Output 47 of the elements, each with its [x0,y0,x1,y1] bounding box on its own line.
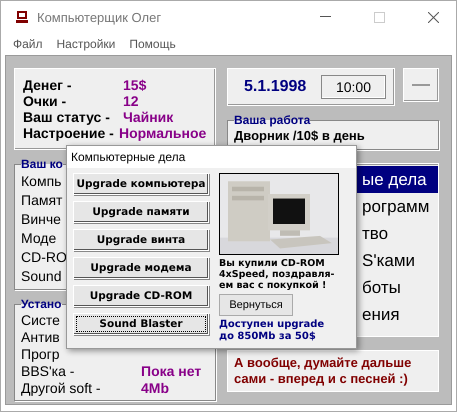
stat-value: 15$ [123,77,146,93]
time-display: 10:00 [320,75,386,99]
upgrade-button[interactable]: Upgrade компьютера [73,173,209,195]
component-label: Sound [21,268,62,284]
software-label: Другой soft - [21,380,102,396]
menu-item[interactable]: Настройки [56,37,116,51]
upgrade-button[interactable]: Upgrade модема [73,257,209,279]
group-title: Ваша работа [234,113,310,127]
stat-value: Нормальное [119,125,206,141]
component-label: Винче [21,210,61,226]
dialog-title: Компьютерные дела [67,146,356,168]
window-title: Компьютерщик Олег [37,10,162,24]
upgrade-button[interactable]: Sound Blaster [73,313,209,335]
software-label: BBS'ка - [21,362,76,378]
upgrade-button[interactable]: Upgrade CD-ROM [73,285,209,307]
stat-label: Ваш статус - [23,109,111,125]
dash-button[interactable] [403,68,439,102]
upgrade-button[interactable]: Upgrade винта [73,229,209,251]
date-text: 5.1.1998 [244,78,308,96]
computer-icon [15,10,29,24]
stat-value: 12 [123,93,139,109]
software-label: Систе [21,312,60,328]
message-text: А вообще, думайте дальше сами - вперед и с песней :) [227,350,439,392]
software-label: Прогр [21,346,60,362]
component-label: Памят [21,192,62,208]
group-title: Ваш ко [21,157,63,171]
component-label: Моде [21,230,56,246]
job-text: Дворник /10$ в день [234,128,365,142]
stat-value: Чайник [123,109,174,125]
close-icon[interactable] [428,12,438,22]
component-label: CD-RO [21,248,67,264]
stat-label: Очки - [23,93,68,109]
software-value: 4Mb [141,380,169,396]
group-title: Устано [21,297,62,311]
software-value: Пока нет [141,362,202,378]
component-label: Компь [21,172,62,188]
menu-item[interactable]: Помощь [129,37,176,51]
back-button[interactable]: Вернуться [219,294,293,316]
upgrade-button[interactable]: Upgrade памяти [73,201,209,223]
stat-label: Денег - [23,77,73,93]
dash-icon [412,84,430,86]
stat-label: Настроение - [23,125,115,141]
purchase-message: Вы купили CD-ROM 4xSpeed, поздравля-ем вас с покупкой ! [219,258,336,291]
minimize-icon[interactable] [320,16,330,18]
menu-item[interactable]: Файл [13,37,43,51]
upgrade-note: Доступен upgrade до 850Mb за 50$ [219,319,326,343]
software-label: Антив [21,328,60,344]
